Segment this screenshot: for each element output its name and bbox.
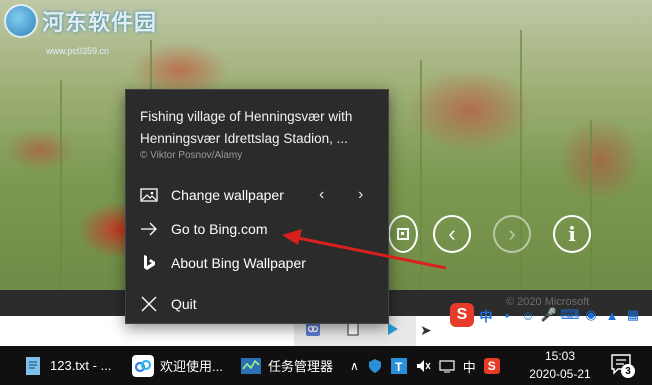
- link-app-tray-icon[interactable]: [306, 322, 320, 336]
- taskbar-app-label: 任务管理器: [268, 359, 334, 374]
- clock-time: 15:03: [544, 349, 576, 363]
- toolbox-icon[interactable]: ▦: [624, 306, 642, 324]
- sogou-tray-icon[interactable]: S: [483, 358, 500, 374]
- document-tray-icon[interactable]: [346, 322, 360, 336]
- info-button[interactable]: i: [553, 215, 591, 253]
- bing-wallpaper-menu: Fishing village of Henningsvær with Henn…: [125, 89, 389, 324]
- image-icon: [138, 184, 160, 206]
- menu-item-label: Quit: [171, 296, 197, 312]
- ime-language-indicator[interactable]: 中: [463, 357, 476, 376]
- emoji-icon[interactable]: ☺: [519, 306, 537, 324]
- keyboard-icon[interactable]: ⌨: [561, 306, 580, 324]
- sogou-logo-icon[interactable]: S: [450, 303, 474, 327]
- skin-icon[interactable]: ▲: [603, 306, 621, 324]
- t-app-tray-icon[interactable]: T: [390, 358, 407, 374]
- ime-mode-label[interactable]: 中: [477, 306, 495, 324]
- taskbar-app-notepad[interactable]: 123.txt - ...: [22, 346, 111, 385]
- system-tray: ∧ T 中 S: [350, 357, 500, 375]
- clock-date: 2020-05-21: [529, 367, 591, 381]
- tray-clock[interactable]: 15:03 2020-05-21: [528, 347, 592, 383]
- baidu-netdisk-icon: [132, 354, 154, 377]
- taskbar-app-label: 123.txt - ...: [50, 358, 112, 373]
- taskbar-app-label: 欢迎使用...: [160, 359, 223, 374]
- watermark-text: 河东软件园: [42, 10, 158, 36]
- arrow-right-icon: [138, 218, 160, 240]
- svg-text:T: T: [395, 360, 403, 374]
- task-manager-icon: [241, 357, 261, 374]
- bing-wallpaper-tray-icon[interactable]: [386, 322, 400, 336]
- menu-item-label: Go to Bing.com: [171, 221, 268, 237]
- qr-code-button[interactable]: [388, 215, 418, 253]
- watermark-logo-icon: [4, 4, 38, 38]
- close-icon: [138, 293, 160, 315]
- notepad-icon: [26, 356, 40, 375]
- menu-item-label: Change wallpaper: [171, 187, 284, 203]
- network-icon[interactable]: [439, 358, 455, 374]
- taskbar-app-task-manager[interactable]: 任务管理器: [240, 346, 333, 385]
- volume-muted-icon[interactable]: [415, 358, 431, 374]
- chevron-left-icon[interactable]: ‹: [319, 186, 324, 204]
- watermark-url: www.pc0359.cn: [46, 46, 110, 56]
- bing-logo-icon: [138, 252, 160, 274]
- menu-item-about[interactable]: About Bing Wallpaper: [126, 247, 388, 279]
- info-icon: i: [568, 222, 576, 246]
- notification-count-badge: 3: [621, 364, 635, 378]
- punctuation-icon[interactable]: •: [498, 306, 516, 324]
- chevron-left-icon: ‹: [448, 221, 456, 246]
- taskbar-app-baidu[interactable]: 欢迎使用...: [132, 346, 223, 385]
- ime-toolbar: S 中 • ☺ 🎤 ⌨ ◉ ▲ ▦: [450, 302, 650, 328]
- menu-item-change-wallpaper[interactable]: Change wallpaper ‹ ›: [126, 179, 388, 211]
- next-image-button[interactable]: ›: [493, 215, 531, 253]
- site-watermark: 河东软件园: [4, 4, 157, 38]
- rocket-icon[interactable]: ➤: [420, 322, 436, 338]
- image-credit: © Viktor Posnov/Alamy: [140, 150, 243, 161]
- image-title: Fishing village of Henningsvær with Henn…: [140, 109, 353, 146]
- avatar-icon[interactable]: ◉: [582, 306, 600, 324]
- menu-item-go-to-bing[interactable]: Go to Bing.com: [126, 213, 388, 245]
- qr-code-icon: [397, 228, 409, 240]
- tray-overflow-row: ➤: [420, 322, 436, 338]
- chevron-up-icon[interactable]: ∧: [350, 359, 359, 373]
- microphone-icon[interactable]: 🎤: [540, 306, 558, 324]
- chevron-right-icon[interactable]: ›: [358, 186, 363, 204]
- menu-item-label: About Bing Wallpaper: [171, 255, 306, 271]
- previous-image-button[interactable]: ‹: [433, 215, 471, 253]
- chevron-right-icon: ›: [508, 221, 516, 246]
- menu-item-quit[interactable]: Quit: [126, 288, 388, 320]
- shield-tray-icon[interactable]: [367, 358, 383, 374]
